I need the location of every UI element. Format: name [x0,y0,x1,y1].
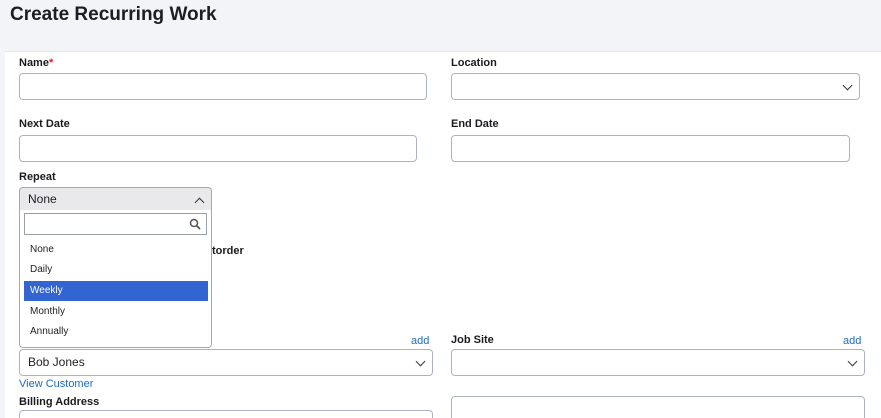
chevron-down-icon [415,356,426,367]
job-site-address-input[interactable] [451,396,865,418]
search-icon [189,218,201,230]
page-title: Create Recurring Work [10,4,217,25]
customer-add-link[interactable]: add [411,335,429,347]
chevron-down-icon [847,356,858,367]
next-date-input[interactable] [19,135,417,162]
repeat-select-value: None [28,192,57,206]
repeat-option-none[interactable]: None [24,240,208,260]
location-label: Location [451,57,497,69]
repeat-option-daily[interactable]: Daily [24,260,208,280]
billing-address-label: Billing Address [19,396,100,408]
next-date-label: Next Date [19,118,70,130]
billing-address-input[interactable] [19,410,433,418]
job-site-add-link[interactable]: add [843,335,861,347]
chevron-up-icon [194,197,205,208]
name-label-text: Name [19,57,49,69]
view-customer-link[interactable]: View Customer [19,378,93,390]
end-date-input[interactable] [451,135,850,162]
customer-select-value: Bob Jones [28,355,85,369]
job-site-select[interactable] [451,349,865,376]
repeat-option-monthly[interactable]: Monthly [24,302,208,322]
repeat-option-weekly[interactable]: Weekly [24,281,208,301]
repeat-search-input[interactable] [24,213,207,235]
end-date-label: End Date [451,118,499,130]
repeat-select[interactable]: None [19,187,212,211]
name-input[interactable] [19,73,427,100]
location-select[interactable] [451,73,860,100]
name-label: Name* [19,57,53,69]
job-site-label: Job Site [451,334,494,346]
repeat-label: Repeat [19,171,56,183]
required-mark: * [48,57,54,69]
obscured-label: torder [212,245,244,257]
customer-select[interactable]: Bob Jones [19,349,433,376]
repeat-option-annually[interactable]: Annually [24,322,208,342]
chevron-down-icon [842,80,853,91]
repeat-dropdown: None Daily Weekly Monthly Annually [19,210,212,348]
